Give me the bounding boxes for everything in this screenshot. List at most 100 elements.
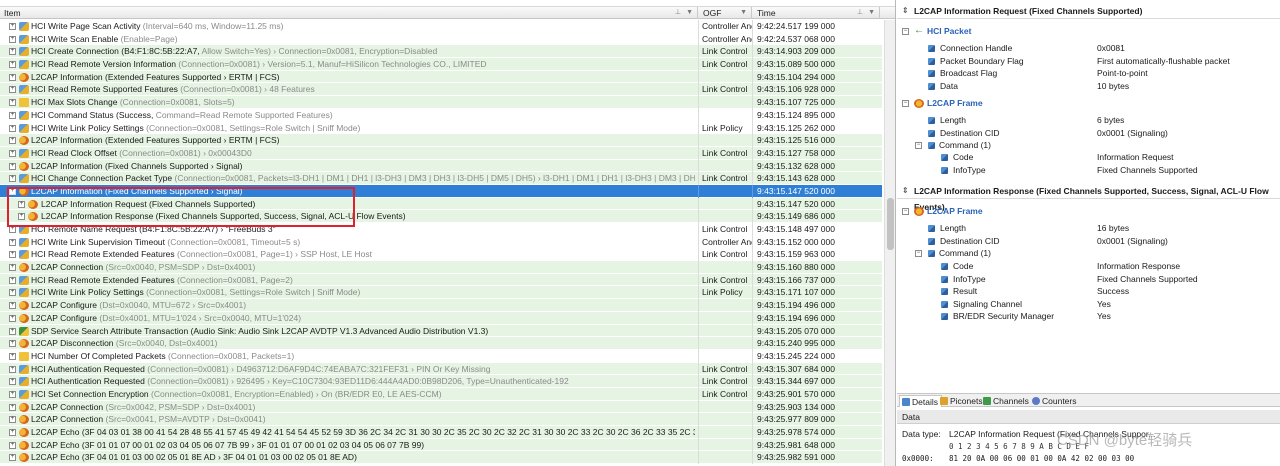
vertical-scrollbar[interactable] [884,20,895,466]
resp-l2cap-frame-group[interactable]: − L2CAP Frame [897,205,1280,218]
expand-icon[interactable]: + [9,23,16,30]
column-item[interactable]: Item ⊥ ▼ [0,7,698,19]
table-row[interactable]: + HCI Read Clock Offset (Connection=0x008… [0,146,882,160]
table-row[interactable]: + L2CAP Information (Extended Features Su… [0,134,882,148]
collapse-icon[interactable]: ⇕ [902,3,909,19]
expand-icon[interactable]: + [9,48,16,56]
pin-icon[interactable]: ⊥ [675,7,681,19]
detail-field-row[interactable]: InfoType Fixed Channels Supported [897,164,1280,177]
collapse-icon[interactable]: ⇕ [902,183,909,199]
table-row[interactable]: + L2CAP Information Request (Fixed Channe… [0,197,882,211]
table-row[interactable]: + HCI Max Slots Change (Connection=0x0081… [0,96,882,110]
table-row[interactable]: + L2CAP Disconnection (Src=0x0040, Dst=0x… [0,337,882,351]
detail-field-row[interactable]: Code Information Response [897,260,1280,273]
expand-icon[interactable]: + [9,124,16,132]
detail-field-row[interactable]: Length 6 bytes [897,114,1280,127]
pin-icon[interactable]: ⊥ [857,7,863,19]
expand-icon[interactable]: + [9,149,16,157]
expand-icon[interactable]: + [18,200,25,208]
expand-icon[interactable]: + [9,35,16,43]
table-row[interactable]: + HCI Read Remote Supported Features (Con… [0,83,882,97]
column-time[interactable]: Time ⊥ ▼ [753,7,880,19]
expand-icon[interactable]: + [9,314,16,322]
req-command-group[interactable]: − Command (1) [897,139,1280,152]
expand-icon[interactable]: + [9,429,16,436]
detail-field-row[interactable]: Result Success [897,285,1280,298]
table-row[interactable]: + HCI Remote Name Request (B4:F1:8C:5B:22… [0,223,882,236]
detail-field-row[interactable]: Data 10 bytes [897,80,1280,93]
table-row[interactable]: + HCI Write Link Policy Settings (Connect… [0,121,882,135]
expand-icon[interactable]: + [9,352,16,360]
table-row[interactable]: + HCI Read Remote Extended Features (Conn… [0,248,882,262]
detail-field-row[interactable]: Signaling Channel Yes [897,298,1280,311]
detail-field-row[interactable]: Code Information Request [897,151,1280,164]
expand-icon[interactable]: + [18,213,25,221]
table-row[interactable]: + HCI Write Scan Enable (Enable=Page) Cont… [0,32,882,46]
table-row[interactable]: + HCI Read Remote Version Information (Co… [0,58,882,72]
collapse-icon[interactable]: − [915,142,922,149]
table-row[interactable]: + L2CAP Connection (Src=0x0042, PSM=SDP ›… [0,400,882,414]
expand-icon[interactable]: + [9,276,16,284]
expand-icon[interactable]: + [9,264,16,272]
expand-icon[interactable]: + [9,137,16,145]
tab-piconets[interactable]: Piconets [938,395,986,407]
expand-icon[interactable]: + [9,289,16,297]
expand-icon[interactable]: + [9,403,16,411]
table-row[interactable]: + HCI Authentication Requested (Connectio… [0,362,882,376]
expand-icon[interactable]: + [9,99,16,107]
table-row[interactable]: + HCI Command Status (Success, Command=Re… [0,108,882,122]
table-row[interactable]: + L2CAP Configure (Dst=0x0040, MTU=672 › … [0,299,882,313]
collapse-icon[interactable]: − [902,208,909,215]
tab-counters[interactable]: Counters [1030,395,1080,407]
expand-icon[interactable]: + [9,365,16,373]
detail-field-row[interactable]: Broadcast Flag Point-to-point [897,67,1280,80]
detail-field-row[interactable]: InfoType Fixed Channels Supported [897,273,1280,286]
expand-icon[interactable]: + [9,454,16,462]
expand-icon[interactable]: + [9,251,16,259]
table-row[interactable]: + L2CAP Connection (Src=0x0040, PSM=SDP ›… [0,261,882,275]
expand-icon[interactable]: + [9,340,16,348]
detail-field-row[interactable]: Length 16 bytes [897,222,1280,235]
table-row[interactable]: + L2CAP Information (Fixed Channels Suppo… [0,184,882,198]
sort-arrow-icon[interactable]: ▼ [868,7,875,19]
table-row[interactable]: + L2CAP Configure (Dst=0x4001, MTU=1'024 … [0,311,882,325]
table-row[interactable]: + L2CAP Connection (Src=0x0041, PSM=AVDTP… [0,413,882,427]
expand-icon[interactable]: + [9,86,16,94]
table-row[interactable]: + SDP Service Search Attribute Transactio… [0,324,882,338]
detail-field-row[interactable]: Packet Boundary Flag First automatically-… [897,55,1280,68]
expand-icon[interactable]: + [9,441,16,449]
detail-field-row[interactable]: Destination CID 0x0001 (Signaling) [897,235,1280,248]
table-row[interactable]: + L2CAP Information (Extended Features Su… [0,70,882,84]
table-row[interactable]: + L2CAP Information Response (Fixed Chann… [0,210,882,224]
table-row[interactable]: + L2CAP Echo (3F 04 01 01 03 00 02 05 01 … [0,451,882,465]
scrollbar-thumb[interactable] [887,198,894,250]
expand-icon[interactable]: + [9,61,16,69]
req-l2cap-frame-group[interactable]: − L2CAP Frame [897,97,1280,110]
hex-bytes[interactable]: 81 20 0A 00 06 00 01 00 0A 42 02 00 03 0… [949,454,1134,463]
column-ogf[interactable]: OGF ▼ [699,7,752,19]
expand-icon[interactable]: + [9,187,16,195]
expand-icon[interactable]: + [9,238,16,246]
table-row[interactable]: + HCI Write Link Policy Settings (Connect… [0,286,882,300]
table-row[interactable]: + L2CAP Information (Fixed Channels Suppo… [0,159,882,173]
collapse-icon[interactable]: − [915,250,922,257]
response-section-title[interactable]: ⇕ L2CAP Information Response (Fixed Chann… [897,183,1280,212]
expand-icon[interactable]: + [9,111,16,119]
collapse-icon[interactable]: − [902,28,909,35]
table-row[interactable]: + L2CAP Echo (3F 01 01 07 00 01 02 03 04 … [0,438,882,452]
table-row[interactable]: + HCI Create Connection (B4:F1:8C:5B:22:A… [0,45,882,59]
table-row[interactable]: + HCI Change Connection Packet Type (Conn… [0,172,882,186]
detail-field-row[interactable]: BR/EDR Security Manager Yes [897,310,1280,323]
expand-icon[interactable]: + [9,416,16,424]
detail-field-row[interactable]: Connection Handle 0x0081 [897,42,1280,55]
expand-icon[interactable]: + [9,390,16,398]
table-row[interactable]: + HCI Authentication Requested (Connectio… [0,375,882,389]
tab-details[interactable]: Details [899,395,942,407]
sort-arrow-icon[interactable]: ▼ [740,7,747,19]
table-row[interactable]: + HCI Write Link Supervision Timeout (Con… [0,235,882,249]
sort-arrow-icon[interactable]: ▼ [686,7,693,19]
resp-command-group[interactable]: − Command (1) [897,247,1280,260]
detail-field-row[interactable]: Destination CID 0x0001 (Signaling) [897,127,1280,140]
expand-icon[interactable]: + [9,302,16,310]
table-row[interactable]: + HCI Read Remote Extended Features (Conn… [0,273,882,287]
